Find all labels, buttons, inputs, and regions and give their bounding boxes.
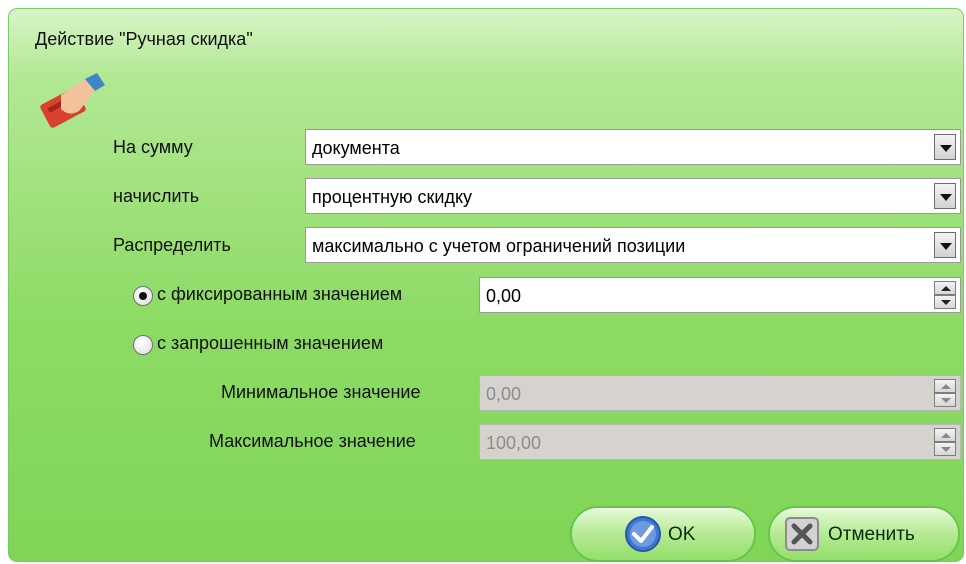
min-value-spinbox: 0,00 [479, 375, 961, 411]
checkmark-icon [625, 516, 661, 552]
amount-label: На сумму [113, 137, 193, 157]
dialog-title: Действие "Ручная скидка" [35, 29, 253, 49]
spin-buttons [934, 281, 956, 309]
ok-button[interactable]: OK [570, 506, 756, 562]
cancel-button[interactable]: Отменить [768, 506, 960, 562]
radio-selected-dot [139, 292, 147, 300]
distribute-label: Распределить [113, 235, 231, 255]
fixed-value-spinbox[interactable]: 0,00 [479, 277, 961, 313]
chevron-down-icon[interactable] [934, 183, 956, 209]
fixed-value-input[interactable]: 0,00 [486, 286, 521, 307]
amount-select-value: документа [312, 138, 400, 158]
requested-value-radio[interactable] [133, 335, 153, 355]
spin-down-icon [934, 442, 956, 456]
min-value-input: 0,00 [486, 384, 522, 404]
max-value-input: 100,00 [486, 433, 542, 453]
spin-buttons [934, 379, 956, 407]
hand-card-icon [40, 73, 105, 128]
close-icon [785, 517, 819, 551]
max-value-spinbox: 100,00 [479, 424, 961, 460]
amount-select[interactable]: документа [305, 129, 961, 165]
min-value-label: Минимальное значение [221, 382, 421, 402]
chevron-down-icon[interactable] [934, 232, 956, 258]
spin-down-icon [934, 393, 956, 407]
chevron-down-icon[interactable] [934, 134, 956, 160]
fixed-value-radio-label[interactable]: с фиксированным значением [157, 284, 402, 305]
requested-value-radio-label[interactable]: с запрошенным значением [157, 333, 383, 354]
dialog-window: Действие "Ручная скидка" На сумму докуме… [8, 8, 964, 562]
distribute-select-value: максимально с учетом ограничений позиции [312, 236, 686, 256]
fixed-value-radio[interactable] [133, 286, 153, 306]
spin-up-icon [934, 379, 956, 393]
spin-buttons [934, 428, 956, 456]
spin-up-icon [934, 428, 956, 442]
distribute-select[interactable]: максимально с учетом ограничений позиции [305, 227, 961, 263]
spin-up-icon[interactable] [934, 281, 956, 295]
ok-button-label: OK [668, 524, 696, 545]
accrue-select-value: процентную скидку [312, 187, 473, 207]
max-value-label: Максимальное значение [209, 431, 416, 451]
accrue-select[interactable]: процентную скидку [305, 178, 961, 214]
accrue-label: начислить [113, 186, 200, 206]
spin-down-icon[interactable] [934, 295, 956, 309]
cancel-button-label: Отменить [828, 524, 915, 545]
